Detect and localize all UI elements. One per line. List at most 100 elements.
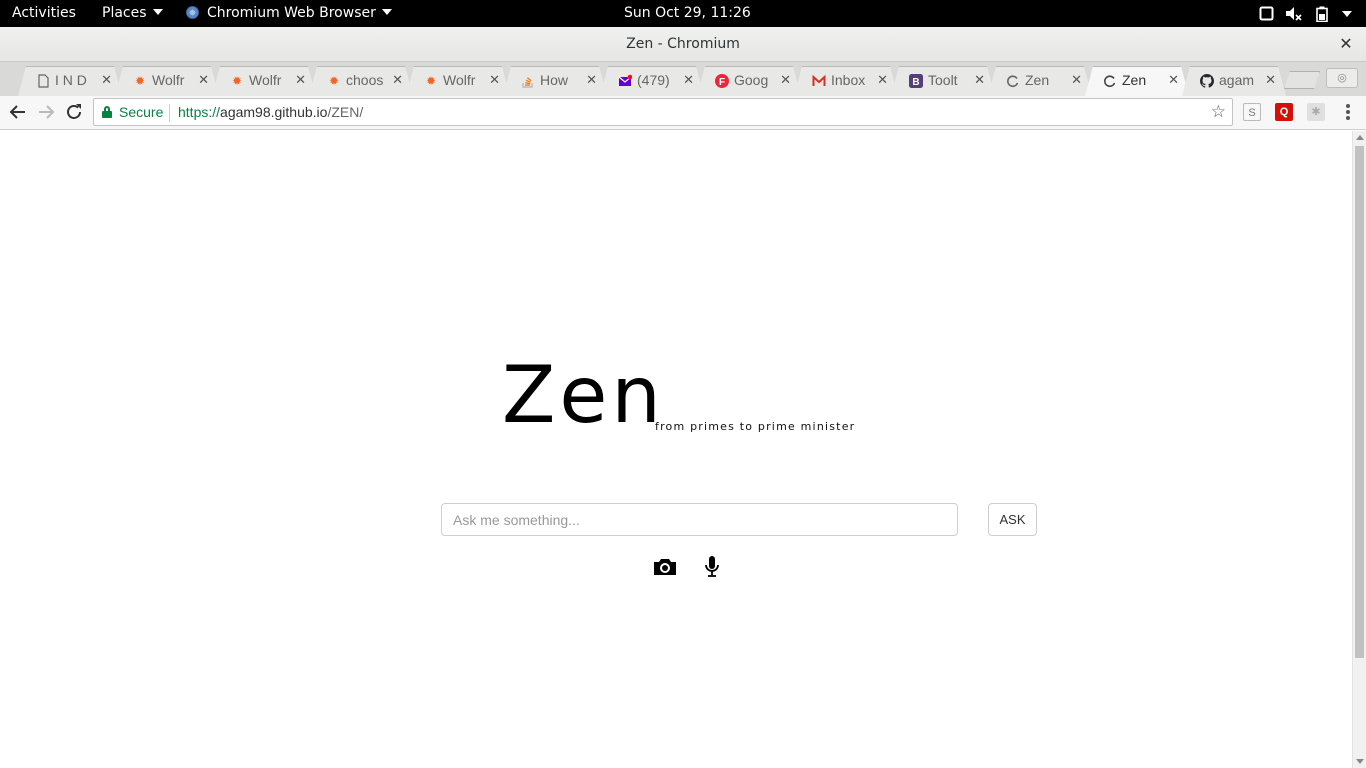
window-icon[interactable]	[1259, 6, 1274, 21]
ask-button[interactable]: ASK	[988, 503, 1037, 536]
tab-close-icon[interactable]: ✕	[1071, 73, 1082, 88]
wolfram-icon: ✹	[134, 74, 146, 88]
bootstrap-icon: B	[909, 74, 923, 88]
url-text[interactable]: https://agam98.github.io/ZEN/	[178, 104, 363, 120]
tab-label: Wolfr	[443, 72, 476, 88]
tab-12-active[interactable]: Zen ✕	[1085, 66, 1189, 96]
omnibox-separator	[169, 104, 170, 122]
tab-close-icon[interactable]: ✕	[974, 73, 985, 88]
yahoo-mail-icon	[618, 74, 632, 86]
tab-label: choos	[346, 72, 384, 88]
tab-label: How	[540, 72, 569, 88]
url-path: /ZEN/	[327, 104, 364, 120]
tab-label: Goog	[734, 72, 769, 88]
more-menu-icon[interactable]	[1341, 102, 1355, 122]
microphone-icon[interactable]	[699, 555, 725, 579]
loading-icon	[1007, 75, 1019, 87]
tab-7[interactable]: (479) ✕	[600, 66, 704, 96]
tab-5[interactable]: ✹ Wolfr ✕	[406, 66, 510, 96]
gmail-icon	[812, 74, 826, 86]
s-extension-icon[interactable]: S	[1243, 103, 1261, 121]
tab-11[interactable]: Zen ✕	[988, 66, 1092, 96]
battery-icon[interactable]	[1316, 6, 1328, 22]
chevron-down-icon	[152, 9, 163, 15]
profile-icon[interactable]: ◎	[1326, 68, 1358, 88]
tab-label: agam	[1219, 72, 1255, 88]
vertical-scrollbar[interactable]	[1352, 131, 1366, 768]
page-icon	[38, 74, 49, 88]
tab-close-icon[interactable]: ✕	[780, 73, 791, 88]
scrollbar-thumb[interactable]	[1355, 146, 1364, 658]
page-content: Zen from primes to prime minister ASK	[0, 131, 1352, 768]
tab-9[interactable]: Inbox ✕	[794, 66, 898, 96]
f-icon: F	[715, 74, 729, 88]
app-menu[interactable]: Chromium Web Browser	[186, 0, 392, 27]
tab-close-icon[interactable]: ✕	[877, 73, 888, 88]
tab-1[interactable]: I N D ✕	[18, 66, 122, 96]
places-menu[interactable]: Places	[102, 0, 163, 27]
app-menu-label: Chromium Web Browser	[207, 5, 376, 21]
window-title: Zen - Chromium	[626, 36, 740, 52]
stackoverflow-icon	[522, 77, 533, 88]
tagline: from primes to prime minister	[655, 420, 856, 433]
tab-close-icon[interactable]: ✕	[198, 73, 209, 88]
puzzle-extension-icon[interactable]: ✱	[1307, 103, 1325, 121]
tab-close-icon[interactable]: ✕	[489, 73, 500, 88]
system-top-bar: Activities Places Chromium Web Browser S…	[0, 0, 1366, 27]
tab-close-icon[interactable]: ✕	[1265, 73, 1276, 88]
search-input[interactable]	[441, 503, 958, 536]
window-title-bar: Zen - Chromium ✕	[0, 27, 1366, 62]
loading-icon	[1104, 75, 1116, 87]
forward-arrow-icon[interactable]	[34, 100, 58, 124]
svg-text:B: B	[912, 77, 919, 88]
q-extension-icon[interactable]: Q	[1275, 103, 1293, 121]
new-tab-button[interactable]	[1284, 71, 1320, 89]
wolfram-icon: ✹	[231, 74, 243, 88]
close-window-icon[interactable]: ✕	[1338, 36, 1354, 52]
tab-label: Zen	[1122, 72, 1147, 88]
github-icon	[1200, 74, 1214, 88]
chromium-icon	[186, 6, 199, 19]
back-arrow-icon[interactable]	[6, 100, 30, 124]
tab-label: Inbox	[831, 72, 866, 88]
tab-close-icon[interactable]: ✕	[683, 73, 694, 88]
secure-label: Secure	[119, 104, 164, 120]
url-host: agam98.github.io	[220, 104, 328, 120]
places-label: Places	[102, 5, 147, 21]
address-bar[interactable]: Secure https://agam98.github.io/ZEN/ ☆	[93, 98, 1233, 126]
scroll-down-icon[interactable]	[1356, 759, 1364, 764]
tab-close-icon[interactable]: ✕	[295, 73, 306, 88]
scroll-up-icon[interactable]	[1356, 135, 1364, 140]
wolfram-icon: ✹	[425, 74, 437, 88]
wolfram-icon: ✹	[328, 74, 340, 88]
camera-icon[interactable]	[652, 555, 678, 579]
tab-label: Toolt	[928, 72, 958, 88]
browser-toolbar: Secure https://agam98.github.io/ZEN/ ☆ S…	[0, 96, 1366, 130]
reload-icon[interactable]	[62, 100, 86, 124]
tab-13[interactable]: agam ✕	[1182, 66, 1286, 96]
tab-close-icon[interactable]: ✕	[101, 73, 112, 88]
volume-muted-icon[interactable]	[1285, 6, 1303, 21]
chevron-down-icon	[381, 9, 392, 15]
tab-label: I N D	[55, 72, 87, 88]
tab-close-icon[interactable]: ✕	[586, 73, 597, 88]
lock-icon	[102, 106, 112, 118]
tab-3[interactable]: ✹ Wolfr ✕	[212, 66, 316, 96]
activities-button[interactable]: Activities	[12, 0, 76, 27]
tab-label: Wolfr	[152, 72, 185, 88]
system-menu-chevron-icon[interactable]	[1342, 11, 1352, 17]
tab-close-icon[interactable]: ✕	[392, 73, 403, 88]
tab-close-icon[interactable]: ✕	[1168, 73, 1179, 88]
url-scheme: https://	[178, 104, 221, 120]
zen-logo: Zen	[502, 351, 665, 441]
tab-4[interactable]: ✹ choos ✕	[309, 66, 413, 96]
bookmark-star-icon[interactable]: ☆	[1211, 102, 1226, 122]
tab-label: (479)	[637, 72, 670, 88]
tab-label: Wolfr	[249, 72, 282, 88]
tab-8[interactable]: F Goog ✕	[697, 66, 801, 96]
tab-2[interactable]: ✹ Wolfr ✕	[115, 66, 219, 96]
clock[interactable]: Sun Oct 29, 11:26	[624, 0, 751, 27]
tab-6[interactable]: How ✕	[503, 66, 607, 96]
tab-label: Zen	[1025, 72, 1050, 88]
tab-10[interactable]: B Toolt ✕	[891, 66, 995, 96]
